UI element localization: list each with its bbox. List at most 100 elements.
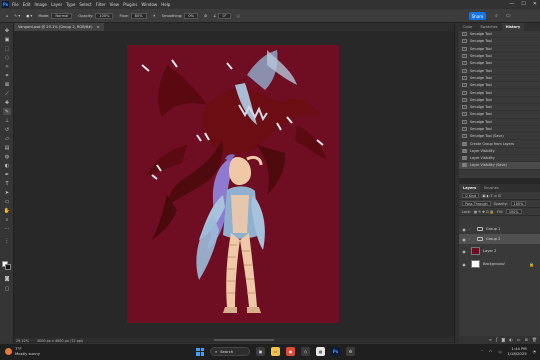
visibility-eye-icon[interactable]: ◉ — [461, 249, 467, 254]
layer-name[interactable]: Group 1 — [486, 227, 500, 231]
blend-mode-select[interactable]: Pass Through — [462, 201, 491, 206]
menu-select[interactable]: Select — [79, 2, 91, 7]
menu-layer[interactable]: Layer — [51, 2, 62, 7]
history-item[interactable]: ☝ Smudge Tool — [459, 97, 540, 104]
history-item[interactable]: ☝ Smudge Tool — [459, 67, 540, 75]
frame-tool-icon[interactable]: ⊠ — [3, 81, 11, 88]
path-select-tool-icon[interactable]: ➤ — [3, 189, 11, 196]
quick-select-tool-icon[interactable]: ✧ — [3, 63, 11, 70]
brush-size-picker[interactable]: ● ▾ — [26, 14, 32, 18]
minimize-button[interactable]: — — [509, 1, 514, 7]
history-item[interactable]: ▤ Create Group from Layers — [459, 140, 540, 148]
smoothing-input[interactable]: 0% — [184, 12, 199, 19]
home-icon[interactable]: ⌂ — [6, 14, 8, 18]
taskbar-search[interactable]: ⌕ Search — [210, 347, 250, 356]
artboard-tool-icon[interactable]: ▣ — [3, 36, 11, 43]
layer-kind-filter[interactable]: Q Kind — [462, 193, 480, 198]
history-item[interactable]: ☝ Smudge Tool — [459, 111, 540, 119]
eyedropper-tool-icon[interactable]: ⟋ — [3, 90, 11, 97]
zoom-tool-icon[interactable]: ⌕ — [3, 216, 11, 223]
weather-widget[interactable]: 7°F Mostly sunny — [5, 346, 40, 356]
file-explorer-icon[interactable]: ▭ — [271, 347, 280, 356]
more-tools-icon[interactable]: ⋯ — [3, 225, 11, 232]
menu-plugins[interactable]: Plugins — [123, 2, 137, 7]
menu-image[interactable]: Image — [34, 2, 47, 7]
history-item[interactable]: ☝ Smudge Tool — [459, 31, 540, 39]
link-icon[interactable]: ∞ — [489, 337, 492, 342]
flow-input[interactable]: 80% — [130, 12, 147, 19]
lasso-tool-icon[interactable]: ◌ — [3, 54, 11, 61]
brush-tool-icon[interactable]: ✎ — [3, 108, 11, 115]
history-item[interactable]: ☝ Smudge Tool — [459, 126, 540, 134]
visibility-eye-icon[interactable]: ◉ — [461, 262, 467, 267]
edit-toolbar-icon[interactable]: ⋮ — [3, 237, 11, 244]
gradient-tool-icon[interactable]: ▤ — [3, 144, 11, 151]
history-item-selected[interactable]: ▤ Layer Visibility (Save) — [459, 162, 540, 170]
blur-tool-icon[interactable]: ◍ — [3, 153, 11, 160]
browser-icon[interactable]: ◉ — [286, 347, 295, 356]
healing-brush-tool-icon[interactable]: ✚ — [3, 99, 11, 106]
visibility-eye-icon[interactable]: ◉ — [461, 237, 467, 242]
menu-edit[interactable]: Edit — [23, 2, 31, 7]
tab-brushes[interactable]: Brushes — [480, 184, 502, 192]
chevron-right-icon[interactable]: › — [469, 227, 473, 231]
type-tool-icon[interactable]: T — [3, 180, 11, 187]
history-item[interactable]: ▤ Layer Visibility — [459, 155, 540, 163]
layer-row-layer-2[interactable]: ◉ Layer 2 — [459, 245, 540, 257]
task-view-icon[interactable]: ▣ — [256, 347, 265, 356]
widgets-icon[interactable]: ◇ — [301, 347, 310, 356]
adjustment-icon[interactable]: ◐ — [509, 337, 513, 342]
fx-icon[interactable]: ƒ — [496, 337, 497, 342]
menu-filter[interactable]: Filter — [96, 2, 106, 7]
shape-tool-icon[interactable]: ▭ — [3, 198, 11, 205]
wifi-icon[interactable]: ◠ — [489, 349, 492, 354]
layer-name[interactable]: Layer 2 — [483, 249, 496, 253]
volume-icon[interactable]: ◁ — [498, 349, 501, 354]
clone-stamp-tool-icon[interactable]: ⊥ — [3, 117, 11, 124]
airbrush-icon[interactable]: ✈ — [153, 14, 156, 18]
history-item[interactable]: ▤ Layer Visibility — [459, 148, 540, 156]
history-item[interactable]: ☝ Smudge Tool — [459, 119, 540, 126]
history-item[interactable]: ☝ Smudge Tool — [459, 104, 540, 112]
lock-icons[interactable]: ▦ ✎ ✥ ⊡ 🔒 — [474, 210, 494, 214]
smoothing-options-icon[interactable]: ⚙ — [204, 14, 207, 18]
close-button[interactable]: ✕ — [533, 1, 537, 7]
maximize-button[interactable]: ☐ — [521, 1, 525, 7]
search-icon[interactable]: ⌕ — [495, 13, 498, 19]
menu-type[interactable]: Type — [66, 2, 75, 7]
screen-mode-icon[interactable]: ▢ — [3, 285, 11, 292]
fill-input[interactable]: 100% — [505, 209, 522, 214]
layer-row-background[interactable]: ◉ Background 🔒 — [459, 258, 540, 270]
history-item[interactable]: ☝ Smudge Tool — [459, 53, 540, 61]
crop-tool-icon[interactable]: ⌗ — [3, 72, 11, 79]
zoom-level[interactable]: 29.12% — [16, 339, 29, 343]
new-layer-icon[interactable]: ⊞ — [525, 337, 528, 342]
photoshop-taskbar-icon[interactable]: Ps — [331, 347, 340, 356]
menu-view[interactable]: View — [110, 2, 120, 7]
layer-row-group-2[interactable]: ◉ › Group 2 — [459, 234, 540, 244]
opacity-input[interactable]: 100% — [95, 12, 114, 19]
layer-row-group-1[interactable]: ◉ › Group 1 — [459, 224, 540, 234]
mode-select[interactable]: Normal — [51, 12, 73, 19]
history-item[interactable]: ☝ Smudge Tool — [459, 89, 540, 97]
layer-opacity-input[interactable]: 100% — [510, 201, 527, 206]
marquee-tool-icon[interactable]: ⬚ — [3, 45, 11, 52]
history-item[interactable]: ☝ Smudge Tool (Save) — [459, 133, 540, 141]
document-tab-close-icon[interactable]: × — [97, 25, 100, 29]
menu-help[interactable]: Help — [161, 2, 170, 7]
angle-input[interactable]: 0° — [218, 12, 231, 19]
menu-window[interactable]: Window — [141, 2, 157, 7]
hand-tool-icon[interactable]: ✋ — [3, 207, 11, 214]
trash-icon[interactable]: 🗑 — [532, 337, 537, 342]
symmetry-icon[interactable]: ⬡ — [237, 14, 240, 18]
tab-layers[interactable]: Layers — [459, 184, 481, 192]
menu-file[interactable]: File — [12, 2, 19, 7]
history-item[interactable]: ☝ Smudge Tool — [459, 75, 540, 83]
mask-icon[interactable]: ◙ — [501, 337, 505, 342]
notification-bell-icon[interactable]: ◔ — [533, 349, 536, 354]
quick-mask-icon[interactable]: ◙ — [3, 275, 11, 282]
filter-icons[interactable]: ▣ ◐ T ▭ ⊡ — [482, 194, 501, 198]
document-canvas[interactable] — [127, 45, 339, 323]
history-brush-tool-icon[interactable]: ↺ — [3, 126, 11, 133]
workspace-icon[interactable]: ▭ — [506, 13, 511, 19]
